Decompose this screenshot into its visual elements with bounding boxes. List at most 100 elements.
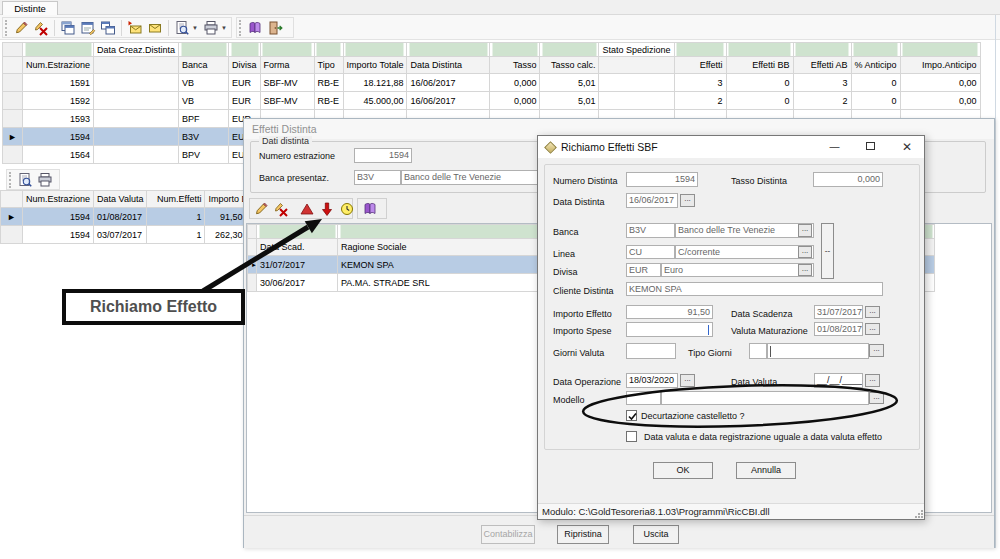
divisa-name-field[interactable]: Euro bbox=[661, 263, 814, 277]
text-caret bbox=[770, 346, 771, 357]
resize-grip[interactable] bbox=[915, 510, 923, 518]
copy-icon[interactable] bbox=[60, 20, 76, 36]
banca-code-field[interactable]: B3V bbox=[354, 170, 401, 185]
ed-book-icon[interactable] bbox=[362, 201, 378, 217]
data-valuta-picker[interactable]: ... bbox=[865, 374, 880, 387]
group-data-creaz: Data Creaz.Distinta bbox=[94, 43, 179, 57]
ed-cancel-icon[interactable] bbox=[273, 201, 289, 217]
data-scadenza-picker[interactable]: ... bbox=[865, 306, 880, 318]
tipo-giorni-code-field[interactable] bbox=[749, 343, 767, 359]
properties-icon[interactable] bbox=[80, 20, 96, 36]
valute-grid: Num.Estrazione Data Valuta Num.Effetti I… bbox=[0, 190, 269, 244]
banca-name-field[interactable]: Banco delle Tre Venezie bbox=[675, 223, 814, 238]
ripristina-button[interactable]: Ripristina bbox=[557, 525, 609, 544]
tipo-giorni-picker[interactable]: ... bbox=[869, 344, 884, 357]
linea-name-field[interactable]: C/corrente bbox=[675, 245, 814, 259]
mail-icon[interactable] bbox=[147, 20, 163, 36]
tasso-distinta-field[interactable]: 0,000 bbox=[813, 172, 883, 187]
cancel-edit-icon[interactable] bbox=[33, 20, 49, 36]
toolbar-grip2 bbox=[239, 20, 243, 36]
sub-print-icon[interactable] bbox=[37, 172, 53, 188]
row-marker-icon: ► bbox=[3, 128, 23, 146]
ed-edit-icon[interactable] bbox=[253, 201, 269, 217]
giorni-valuta-field[interactable] bbox=[626, 343, 676, 359]
tab-strip: Distinte bbox=[0, 0, 1000, 15]
importo-effetto-label: Importo Effetto bbox=[553, 309, 612, 319]
ok-button[interactable]: OK bbox=[653, 462, 713, 479]
ed-clock-icon[interactable] bbox=[339, 201, 355, 217]
edit-icon[interactable] bbox=[13, 20, 29, 36]
print-icon[interactable] bbox=[203, 20, 219, 36]
ed-warning-icon[interactable] bbox=[299, 201, 315, 217]
modello-name-field[interactable] bbox=[661, 391, 869, 405]
cliente-distinta-label: Cliente Distinta bbox=[553, 286, 614, 296]
data-operazione-field[interactable]: 18/03/2020 bbox=[626, 373, 678, 388]
print-preview-dropdown[interactable]: ▼ bbox=[192, 25, 198, 31]
data-operazione-picker[interactable]: ... bbox=[680, 374, 695, 387]
minimize-button[interactable]: — bbox=[818, 136, 851, 158]
linea-label: Linea bbox=[553, 249, 575, 259]
uscita-button[interactable]: Uscita bbox=[633, 525, 679, 544]
exit-icon[interactable] bbox=[267, 20, 283, 36]
grid-row-1591[interactable]: 1591VBEURSBF-MVRB-E18.121,8816/06/20170,… bbox=[3, 74, 981, 92]
data-scadenza-label: Data Scadenza bbox=[731, 309, 793, 319]
print-preview-icon[interactable] bbox=[174, 20, 190, 36]
datavaluta-checkbox[interactable] bbox=[626, 431, 637, 442]
sub-print-preview-icon[interactable] bbox=[17, 172, 33, 188]
linea-picker[interactable]: ... bbox=[798, 246, 812, 258]
contabilizza-button[interactable]: Contabilizza bbox=[481, 525, 535, 544]
sub-toolbar bbox=[0, 169, 243, 189]
divisa-label: Divisa bbox=[553, 267, 578, 277]
sub-row-2[interactable]: 159403/07/20171262,30 bbox=[1, 226, 269, 244]
modello-code-field[interactable] bbox=[626, 391, 661, 405]
help-book-icon[interactable] bbox=[247, 20, 263, 36]
richiamo-effetto-icon[interactable] bbox=[319, 201, 335, 217]
importo-spese-field[interactable] bbox=[626, 322, 713, 337]
modello-picker[interactable]: ... bbox=[869, 392, 884, 404]
grid-row-1592[interactable]: 1592VBEURSBF-MVRB-E45.000,0016/06/20170,… bbox=[3, 92, 981, 110]
decurtazione-checkbox[interactable] bbox=[626, 410, 637, 421]
cliente-distinta-field[interactable]: KEMON SPA bbox=[626, 282, 883, 296]
importo-effetto-field[interactable]: 91,50 bbox=[626, 305, 713, 319]
effetti-toolbar2 bbox=[357, 198, 387, 219]
richiamo-dialog: Richiamo Effetti SBF — ✕ Numero Distinta… bbox=[537, 135, 925, 520]
importo-spese-label: Importo Spese bbox=[553, 326, 612, 336]
maximize-button[interactable] bbox=[854, 136, 887, 158]
valuta-maturazione-label: Valuta Maturazione bbox=[731, 326, 808, 336]
data-distinta-field[interactable]: 16/06/2017 bbox=[626, 193, 678, 208]
toolbar-grip bbox=[5, 20, 9, 36]
numero-distinta-field[interactable]: 1594 bbox=[626, 172, 698, 187]
modello-label: Modello bbox=[553, 395, 585, 405]
banca-name-field[interactable]: Banco delle Tre Venezie bbox=[401, 170, 551, 185]
annulla-button[interactable]: Annulla bbox=[736, 462, 796, 479]
toolbar-group-help bbox=[236, 17, 294, 38]
data-distinta-picker[interactable]: ... bbox=[680, 194, 695, 207]
windows-icon[interactable] bbox=[100, 20, 116, 36]
text-caret bbox=[708, 325, 709, 335]
banca-picker[interactable]: ... bbox=[798, 224, 812, 237]
divisa-picker[interactable]: ... bbox=[798, 264, 812, 276]
valuta-maturazione-field[interactable]: 01/08/2017 bbox=[814, 322, 863, 336]
banca-extra-button[interactable]: -- bbox=[821, 223, 834, 279]
main-toolbar: ▼ ▼ bbox=[0, 15, 1000, 40]
data-valuta-field[interactable]: __/__/____ bbox=[814, 373, 863, 388]
tipo-giorni-name-field[interactable] bbox=[767, 343, 869, 359]
mail-send-icon[interactable] bbox=[127, 20, 143, 36]
valuta-maturazione-picker[interactable]: ... bbox=[865, 323, 880, 335]
banca-code-field[interactable]: B3V bbox=[626, 223, 675, 238]
tab-distinte[interactable]: Distinte bbox=[2, 1, 58, 15]
datavaluta-label: Data valuta e data registrazione uguale … bbox=[644, 432, 882, 442]
data-operazione-label: Data Operazione bbox=[553, 377, 621, 387]
data-scadenza-field[interactable]: 31/07/2017 bbox=[814, 305, 863, 319]
data-distinta-label: Data Distinta bbox=[553, 197, 605, 207]
linea-code-field[interactable]: CU bbox=[626, 245, 675, 259]
print-dropdown[interactable]: ▼ bbox=[221, 25, 227, 31]
sub-toolbar-box bbox=[6, 169, 60, 190]
sub-row-selected[interactable]: ► 159401/08/2017191,50 bbox=[1, 208, 269, 226]
giorni-valuta-label: Giorni Valuta bbox=[553, 348, 604, 358]
close-button[interactable]: ✕ bbox=[890, 136, 924, 158]
numero-estrazione-field[interactable]: 1594 bbox=[354, 148, 412, 163]
effetti-row-marker-icon: ► bbox=[248, 256, 257, 274]
divisa-code-field[interactable]: EUR bbox=[626, 263, 661, 277]
tipo-giorni-label: Tipo Giorni bbox=[688, 348, 732, 358]
